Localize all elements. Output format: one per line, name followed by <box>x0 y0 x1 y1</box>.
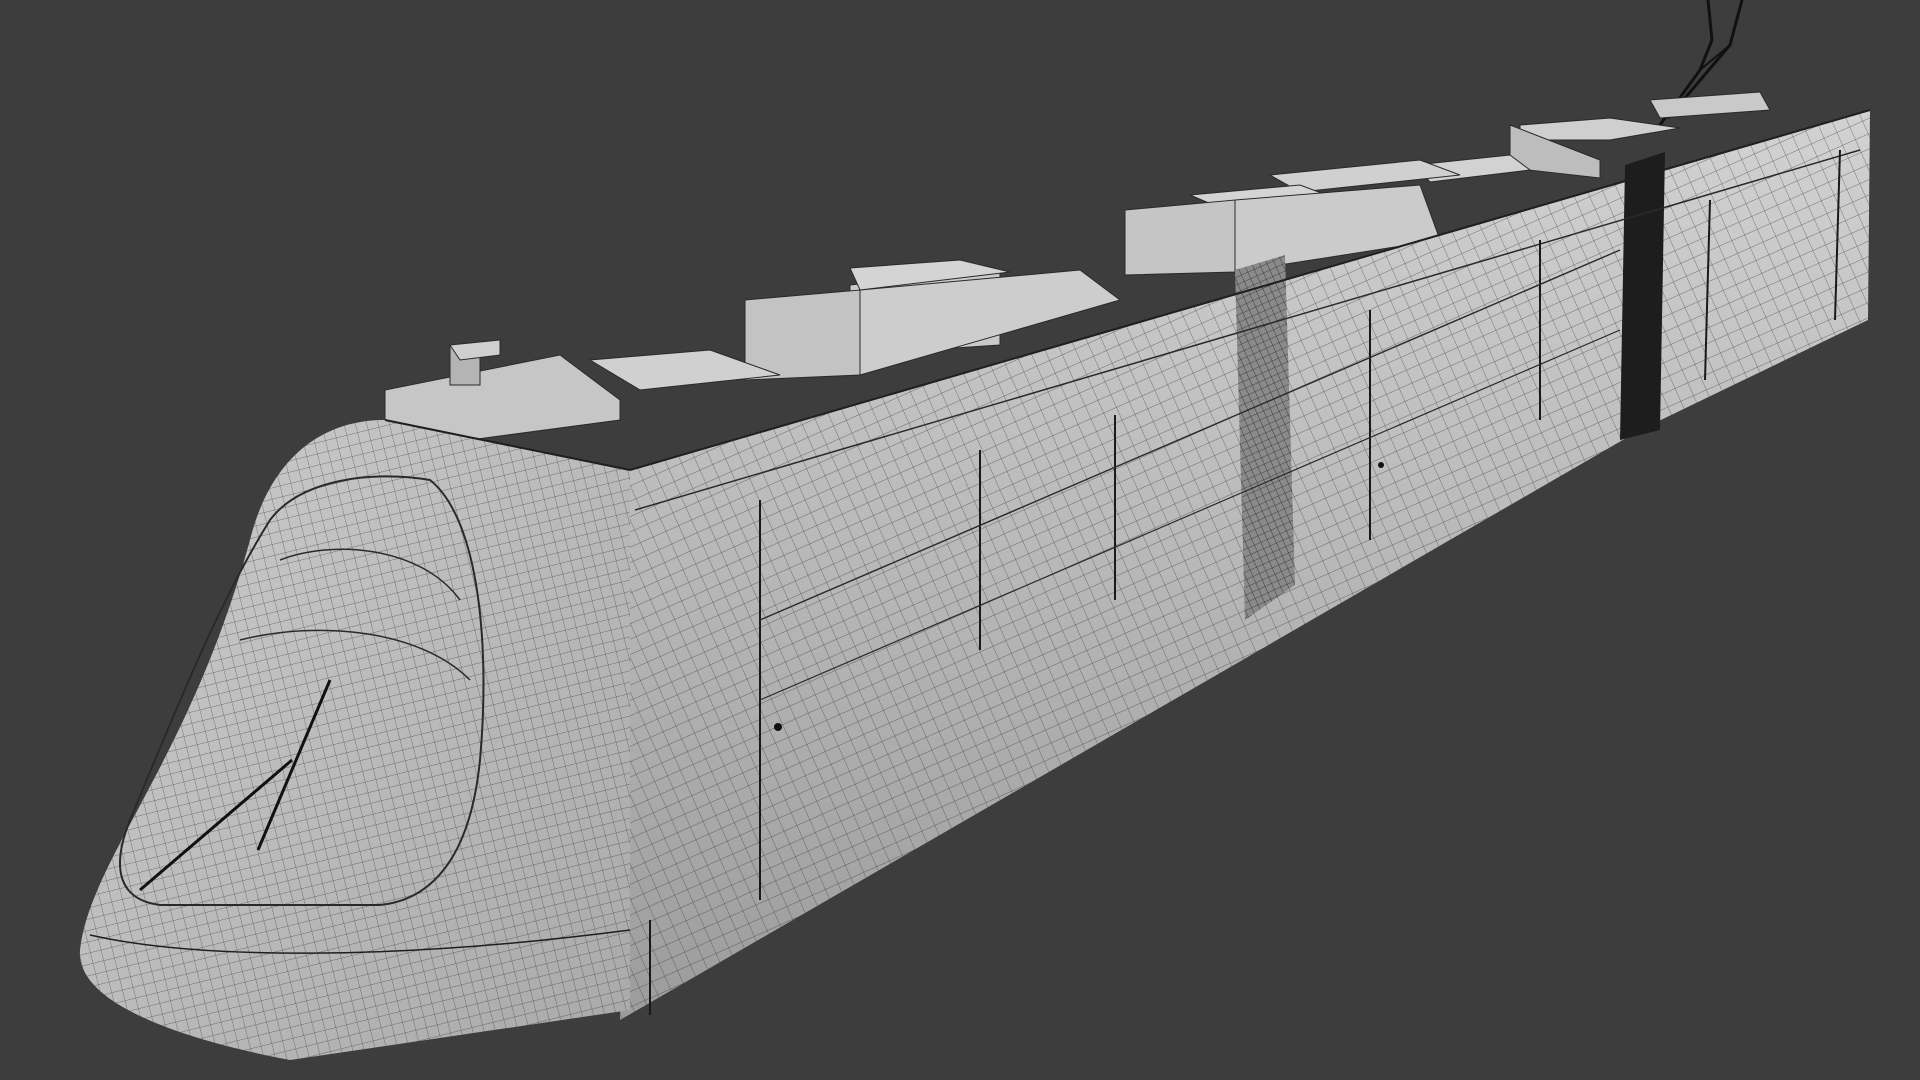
3d-viewport[interactable] <box>0 0 1920 1080</box>
tram-nose <box>79 419 631 1060</box>
tram-model[interactable] <box>0 0 1920 1080</box>
pantograph <box>1649 0 1771 126</box>
